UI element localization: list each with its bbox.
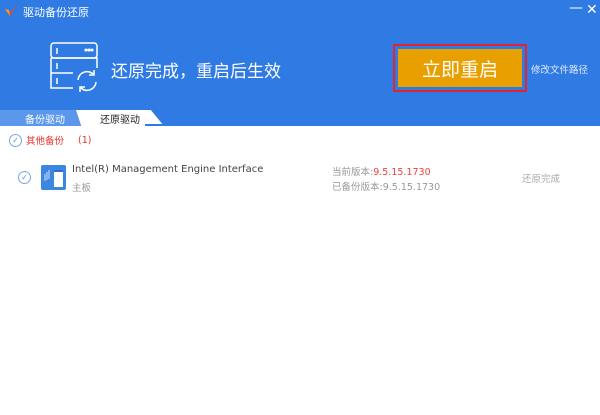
- minimize-button[interactable]: —: [569, 0, 583, 16]
- driver-name: Intel(R) Management Engine Interface: [72, 164, 264, 175]
- close-button[interactable]: ✕: [586, 2, 598, 18]
- restore-status: 还原完成: [522, 174, 561, 185]
- check-circle-icon[interactable]: ✓: [18, 171, 31, 184]
- driver-row[interactable]: ✓ Intel(R) Management Engine Interface 主…: [0, 160, 600, 200]
- app-logo-icon: [5, 5, 17, 16]
- group-header[interactable]: ✓ 其他备份 (1): [9, 133, 91, 147]
- status-message: 还原完成，重启后生效: [111, 62, 281, 82]
- group-label: 其他备份: [26, 136, 65, 147]
- server-restore-icon: [50, 42, 98, 92]
- tab-divider: [145, 124, 600, 126]
- window-title: 驱动备份还原: [23, 6, 89, 19]
- check-circle-icon[interactable]: ✓: [9, 133, 22, 147]
- current-version: 当前版本:9.5.15.1730: [332, 167, 431, 178]
- group-count: (1): [78, 134, 92, 146]
- motherboard-icon: [41, 165, 66, 190]
- driver-category: 主板: [72, 183, 92, 194]
- restart-now-button[interactable]: 立即重启: [398, 49, 522, 87]
- change-path-link[interactable]: 修改文件路径: [531, 62, 588, 76]
- header: 驱动备份还原 — ✕ 还原完成，重启后生效 立即重启 修改文件路径 备份驱动 还…: [0, 0, 600, 126]
- backup-version: 已备份版本:9.5.15.1730: [332, 182, 441, 193]
- restart-button-highlight: 立即重启: [393, 44, 527, 92]
- tab-backup-drivers[interactable]: 备份驱动: [0, 110, 90, 126]
